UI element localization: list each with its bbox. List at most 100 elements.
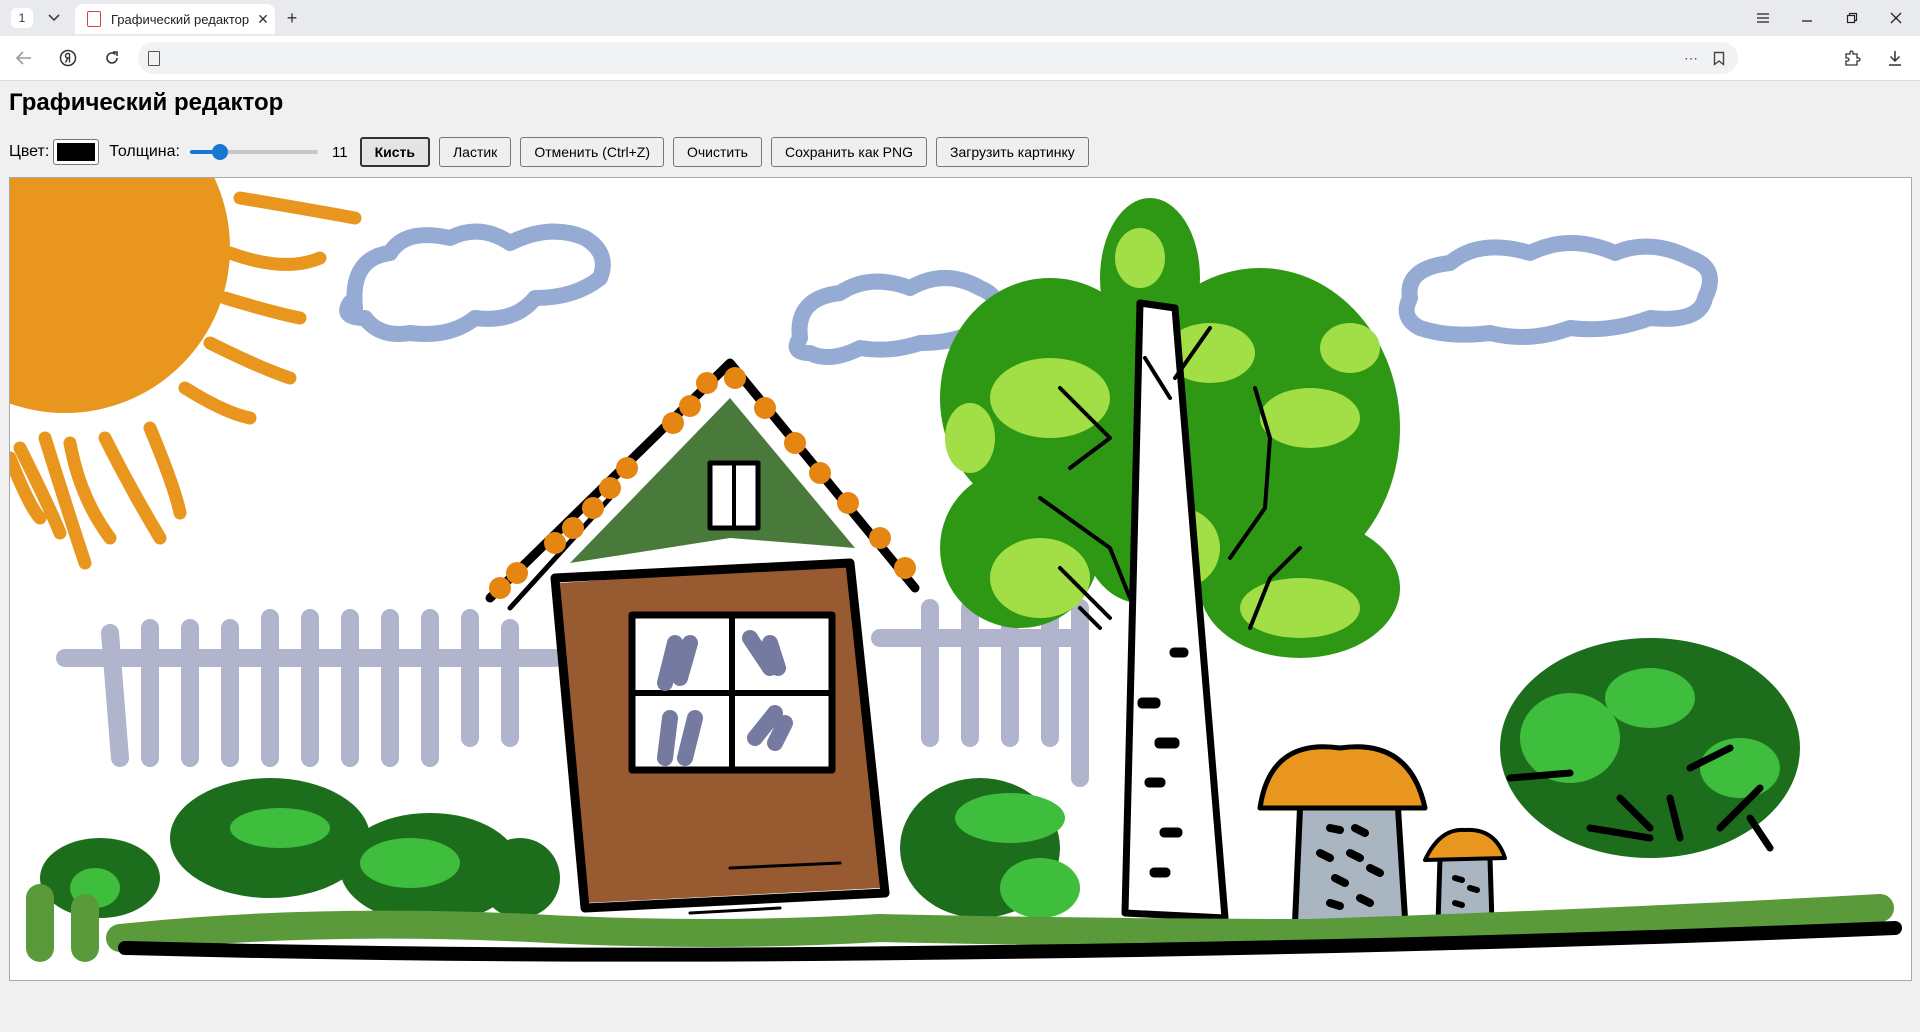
window-glare [672,635,698,686]
foliage-blob [945,403,995,473]
roof-tile [582,497,604,519]
roof-tile [809,462,831,484]
thickness-value: 11 [331,143,348,161]
tab-list-button[interactable] [42,8,66,28]
roof-tile [837,492,859,514]
page-favicon-icon [87,11,101,27]
restore-icon [1846,12,1858,24]
sun-ray [203,336,297,385]
yandex-logo-icon [59,49,77,67]
close-window-button[interactable] [1881,6,1911,30]
bush [1605,668,1695,728]
back-button[interactable] [10,46,38,70]
browser-tab-bar: 1 Графический редактор ✕ + [0,0,1920,36]
bush [360,838,460,888]
clear-button[interactable]: Очистить [673,137,762,167]
save-png-button[interactable]: Сохранить как PNG [770,137,927,167]
foliage-blob [990,538,1090,618]
new-tab-button[interactable]: + [280,8,304,28]
bush [230,808,330,848]
mushroom-spot [1356,894,1374,907]
mushroom-spot [1331,874,1349,887]
eraser-button[interactable]: Ластик [438,137,512,167]
color-picker-swatch [57,143,96,161]
sun-ray [143,421,187,520]
roof-tile [662,412,684,434]
puzzle-icon [1845,50,1861,66]
browser-tab[interactable]: Графический редактор ✕ [75,4,275,34]
mushroom-spot [1351,824,1369,837]
cloud-left [339,223,611,342]
reload-button[interactable] [98,46,126,70]
window-glare [767,715,793,751]
sun-ray [223,246,327,271]
undo-button[interactable]: Отменить (Ctrl+Z) [520,137,664,167]
birch-mark [1137,697,1161,709]
bush [480,838,560,918]
roof-tile [724,367,746,389]
foliage-blob [1260,388,1360,448]
roof-tile [544,532,566,554]
bookmark-button[interactable] [1708,48,1730,68]
roof-tile [679,395,701,417]
bookmark-icon [1713,51,1725,66]
bush [955,793,1065,843]
restore-button[interactable] [1837,6,1867,30]
reload-icon [106,51,118,64]
window-glare [657,710,678,766]
extensions-button[interactable] [1838,46,1866,70]
mushroom-spot [1326,899,1344,910]
tab-close-icon[interactable]: ✕ [255,11,271,28]
url-field[interactable]: ⋯ [138,42,1738,74]
yandex-home-button[interactable] [54,46,82,70]
bush-twig [1506,769,1574,782]
mushroom-spot [1452,875,1465,883]
color-label: Цвет: [9,143,50,160]
downloads-button[interactable] [1881,46,1909,70]
minimize-button[interactable] [1792,6,1822,30]
thickness-slider[interactable] [189,142,318,162]
browser-menu-button[interactable] [1748,6,1778,30]
sun-ray [98,431,167,545]
mushroom-spot [1326,824,1344,834]
roof-tile [894,557,916,579]
page-title: Графический редактор [9,89,284,116]
bush [1000,858,1080,918]
foliage-blob [1115,228,1165,288]
birch-mark [1149,867,1171,878]
more-options-icon[interactable]: ⋯ [1680,48,1702,68]
close-icon [1890,12,1902,24]
plus-icon: + [286,7,298,28]
window-glare [762,635,786,676]
sun-ray [178,381,257,425]
address-bar: ⋯ [0,36,1920,81]
roof-tile [506,562,528,584]
brush-button[interactable]: Кисть [359,137,430,167]
slider-thumb[interactable] [212,144,229,160]
editor-toolbar: Цвет: Толщина: 11 Кисть Ластик Отменить … [9,136,1098,168]
mushroom-spot [1366,864,1384,877]
tab-counter[interactable]: 1 [11,8,33,28]
cloud-right [1398,235,1718,345]
load-image-button[interactable]: Загрузить картинку [935,137,1089,167]
mushroom-spot [1316,849,1334,862]
download-icon [1889,51,1901,66]
fence-picket [101,624,129,767]
window-glare [677,710,703,766]
roof-tile [616,457,638,479]
minimize-icon [1802,20,1812,22]
page-icon [148,51,160,66]
color-picker[interactable] [53,139,100,165]
roof-tile [869,527,891,549]
menu-icon [1757,13,1769,23]
roof-tile [754,397,776,419]
arrow-left-icon [16,51,31,65]
mushroom-spot [1467,885,1480,893]
sun [10,178,362,570]
chevron-down-icon [48,14,60,22]
mushroom-stem [1295,808,1405,923]
birch-mark [1159,827,1183,838]
page-content: Графический редактор Цвет: Толщина: 11 К… [0,81,1920,1032]
birch-mark [1144,777,1166,788]
drawing-canvas[interactable] [9,177,1912,981]
